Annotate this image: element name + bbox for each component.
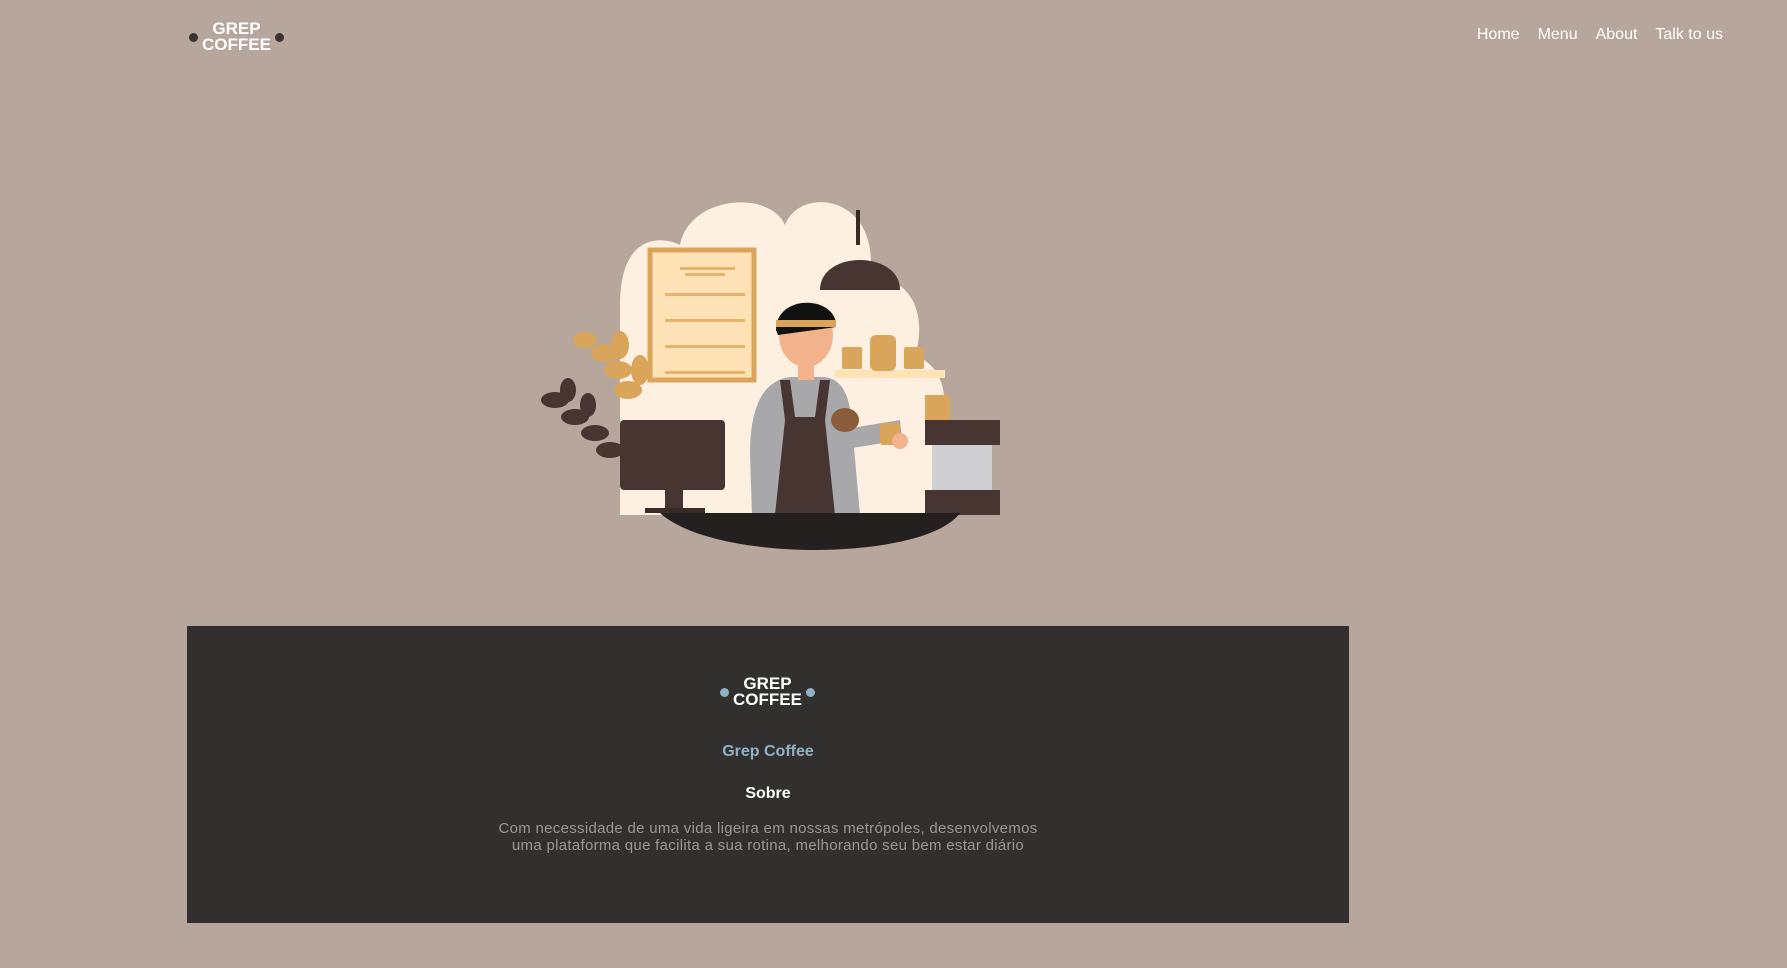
nav-talk-to-us[interactable]: Talk to us: [1655, 26, 1723, 44]
footer-logo[interactable]: GREP COFFEE: [720, 675, 815, 709]
logo-line-2: COFFEE: [733, 690, 802, 709]
footer-brand-name: Grep Coffee: [722, 743, 814, 760]
footer-heading: Sobre: [745, 785, 791, 802]
nav-menu[interactable]: Menu: [1538, 26, 1578, 44]
logo-dot-right: [274, 32, 284, 42]
top-navigation-bar: GREP COFFEE Home Menu About Talk to us: [0, 0, 1787, 80]
header-logo[interactable]: GREP COFFEE: [189, 20, 284, 54]
menu-board: [647, 247, 757, 383]
logo-text: GREP COFFEE: [733, 675, 802, 709]
nav-home[interactable]: Home: [1477, 26, 1520, 44]
logo-text: GREP COFFEE: [202, 20, 271, 54]
footer: GREP COFFEE Grep Coffee Sobre Com necess…: [187, 626, 1349, 923]
logo-dot-right: [805, 687, 815, 697]
hero-illustration: [540, 195, 1000, 555]
nav-about[interactable]: About: [1596, 26, 1638, 44]
logo-line-2: COFFEE: [202, 35, 271, 54]
counter: [660, 513, 960, 550]
coffee-machine: [925, 395, 1000, 515]
footer-description-line-2: uma plataforma que facilita a sua rotina…: [511, 837, 1025, 854]
footer-description-line-1: Com necessidade de uma vida ligeira em n…: [498, 820, 1038, 837]
logo-dot-left: [720, 687, 729, 697]
main-nav: Home Menu About Talk to us: [1477, 26, 1723, 44]
barista-illustration: [541, 202, 1000, 550]
logo-dot-left: [189, 32, 198, 42]
footer-description: Com necessidade de uma vida ligeira em n…: [468, 820, 1068, 854]
